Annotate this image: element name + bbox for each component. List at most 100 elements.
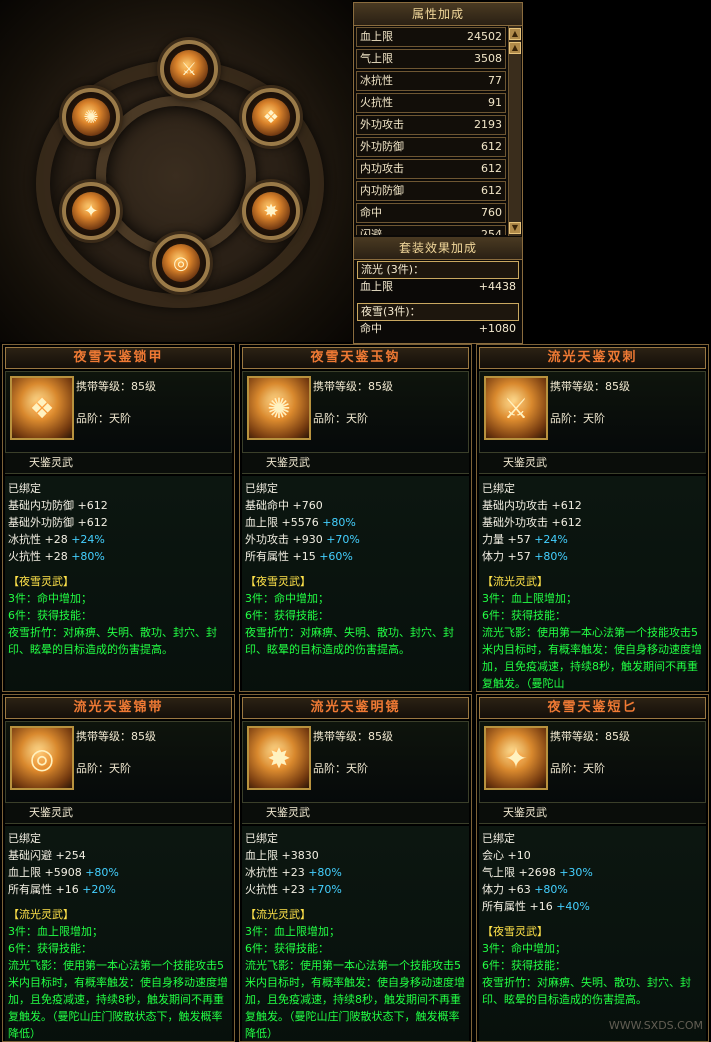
item-line-text: 已绑定 xyxy=(482,482,515,495)
set-stat-name: 血上限 xyxy=(360,280,393,293)
item-line: 3件：血上限增加； xyxy=(8,923,229,940)
attribute-row: 气上限 3508 xyxy=(356,49,506,69)
item-line: 3件：命中增加； xyxy=(245,590,466,607)
item-line-text: 已绑定 xyxy=(245,832,278,845)
item-line-text: 所有属性 +16 xyxy=(8,883,79,896)
item-line: 3件：命中增加； xyxy=(482,940,703,957)
slot-upper-left[interactable]: ✺ xyxy=(62,88,120,146)
item-level: 携带等级：85级 xyxy=(313,730,393,743)
item-tooltip-card[interactable]: 夜雪天鉴锁甲 ❖ 携带等级：85级 品阶：天阶 天鉴灵武 已绑定 基础内功防御 +612 基础… xyxy=(2,344,235,692)
attribute-list[interactable]: 血上限 24502 气上限 3508 冰抗性 77 火抗性 91 外功攻击 2193 外功防御 612… xyxy=(356,25,506,235)
item-line-bonus: +80% xyxy=(308,866,342,879)
attribute-row: 外功防御 612 xyxy=(356,137,506,157)
item-line: 所有属性 +15 +60% xyxy=(245,548,466,565)
item-line: 已绑定 xyxy=(8,480,229,497)
item-name: 流光天鉴明镜 xyxy=(242,697,469,719)
item-line-text: 【夜雪灵武】 xyxy=(8,575,74,588)
item-name: 夜雪天鉴短匕 xyxy=(479,697,706,719)
item-line-text: 3件：血上限增加； xyxy=(482,592,577,605)
attribute-row: 外功攻击 2193 xyxy=(356,115,506,135)
item-line: 力量 +57 +24% xyxy=(482,531,703,548)
item-description: 已绑定 会心 +10 气上限 +2698 +30% 体力 +63 +80% 所有属性 +… xyxy=(479,826,706,1041)
item-line-text: 6件：获得技能： xyxy=(245,609,329,622)
item-line: 已绑定 xyxy=(8,830,229,847)
item-line-text: 体力 +63 xyxy=(482,883,531,896)
item-tooltip-card[interactable]: 流光天鉴锦带 ◎ 携带等级：85级 品阶：天阶 天鉴灵武 已绑定 基础闪避 +254 血上限 … xyxy=(2,694,235,1042)
item-icon: ✺ xyxy=(247,376,311,440)
item-line: 【夜雪灵武】 xyxy=(8,573,229,590)
item-line: 夜雪折竹：对麻痹、失明、散功、封穴、封印、眩晕的目标造成的伤害提高。 xyxy=(482,974,703,1008)
scroll-up-icon[interactable]: ▲ xyxy=(509,42,521,54)
item-line: 火抗性 +28 +80% xyxy=(8,548,229,565)
item-tooltip-card[interactable]: 夜雪天鉴玉钩 ✺ 携带等级：85级 品阶：天阶 天鉴灵武 已绑定 基础命中 +760 血上限 … xyxy=(239,344,472,692)
item-line-text: 基础内功防御 +612 xyxy=(8,499,108,512)
item-line-text: 血上限 +3830 xyxy=(245,849,319,862)
item-line: 6件：获得技能： xyxy=(245,940,466,957)
attribute-name: 外功防御 xyxy=(360,140,404,153)
item-tooltip-card[interactable]: 夜雪天鉴短匕 ✦ 携带等级：85级 品阶：天阶 天鉴灵武 已绑定 会心 +10 气上限 +26… xyxy=(476,694,709,1042)
item-line-text: 流光飞影：使用第一本心法第一个技能攻击5米内目标时，有概率触发：使自身移动速度增… xyxy=(245,959,465,1040)
attribute-value: 2193 xyxy=(474,118,502,131)
item-line: 3件：命中增加； xyxy=(8,590,229,607)
slot-upper-right[interactable]: ❖ xyxy=(242,88,300,146)
item-header: ✸ 携带等级：85级 品阶：天阶 xyxy=(242,721,469,803)
item-line-bonus: +70% xyxy=(326,533,360,546)
attribute-row: 内功攻击 612 xyxy=(356,159,506,179)
item-header: ⚔ 携带等级：85级 品阶：天阶 xyxy=(479,371,706,453)
item-tooltip-card[interactable]: 流光天鉴双刺 ⚔ 携带等级：85级 品阶：天阶 天鉴灵武 已绑定 基础内功攻击 +612 基础… xyxy=(476,344,709,692)
attribute-row: 内功防御 612 xyxy=(356,181,506,201)
site-watermark: WWW.SXDS.COM xyxy=(608,1019,703,1032)
attribute-row: 火抗性 91 xyxy=(356,93,506,113)
item-type: 天鉴灵武 xyxy=(242,453,469,474)
item-line-bonus: +60% xyxy=(319,550,353,563)
scroll-down-icon[interactable]: ▼ xyxy=(509,222,521,234)
attribute-value: 24502 xyxy=(467,30,502,43)
set-stat-value: +4438 xyxy=(478,280,516,293)
item-level: 携带等级：85级 xyxy=(313,380,393,393)
item-line: 所有属性 +16 +40% xyxy=(482,898,703,915)
item-line: 【流光灵武】 xyxy=(482,573,703,590)
item-tooltip-card[interactable]: 流光天鉴明镜 ✸ 携带等级：85级 品阶：天阶 天鉴灵武 已绑定 血上限 +3830 冰抗性 … xyxy=(239,694,472,1042)
item-line: 6件：获得技能： xyxy=(245,607,466,624)
slot-bottom[interactable]: ◎ xyxy=(152,234,210,292)
item-type: 天鉴灵武 xyxy=(5,803,232,824)
item-line-text: 夜雪折竹：对麻痹、失明、散功、封穴、封印、眩晕的目标造成的伤害提高。 xyxy=(482,976,691,1006)
item-description: 已绑定基础内功攻击 +612 基础外功攻击 +612 力量 +57 +24% 体力 +… xyxy=(479,476,706,691)
item-line-text: 火抗性 +28 xyxy=(8,550,68,563)
set-stat-value: +1080 xyxy=(478,322,516,335)
item-icon: ⚔ xyxy=(484,376,548,440)
slot-top[interactable]: ⚔ xyxy=(160,40,218,98)
item-line: 会心 +10 xyxy=(482,847,703,864)
item-line-text: 已绑定 xyxy=(245,482,278,495)
item-line-text: 外功攻击 +930 xyxy=(245,533,323,546)
item-line-text: 基础外功攻击 +612 xyxy=(482,516,582,529)
attribute-value: 254 xyxy=(481,228,502,235)
set-bonus-liuguang: 流光 (3件)： 血上限 +4438 xyxy=(357,261,519,295)
item-line: 夜雪折竹：对麻痹、失明、散功、封穴、封印、眩晕的目标造成的伤害提高。 xyxy=(8,624,229,658)
slot-lower-right[interactable]: ✸ xyxy=(242,182,300,240)
item-line-text: 血上限 +5908 xyxy=(8,866,82,879)
item-name: 夜雪天鉴玉钩 xyxy=(242,347,469,369)
item-line-text: 体力 +57 xyxy=(482,550,531,563)
item-line-text: 所有属性 +16 xyxy=(482,900,553,913)
item-line: 【夜雪灵武】 xyxy=(245,573,466,590)
item-line: 【流光灵武】 xyxy=(245,906,466,923)
item-type: 天鉴灵武 xyxy=(479,803,706,824)
item-line-bonus: +20% xyxy=(82,883,116,896)
item-line-text: 【夜雪灵武】 xyxy=(245,575,311,588)
item-header: ✦ 携带等级：85级 品阶：天阶 xyxy=(479,721,706,803)
attribute-name: 内功防御 xyxy=(360,184,404,197)
attribute-scrollbar[interactable]: ▲ ▲ ▼ xyxy=(508,26,521,236)
item-line: 流光飞影：使用第一本心法第一个技能攻击5米内目标时，有概率触发：使自身移动速度增… xyxy=(245,957,466,1041)
item-line: 已绑定 xyxy=(245,480,466,497)
item-line-text: 基础内功攻击 +612 xyxy=(482,499,582,512)
scroll-top-icon[interactable]: ▲ xyxy=(509,28,521,40)
dagger-icon: ✦ xyxy=(72,192,110,230)
item-line: 已绑定 xyxy=(482,830,703,847)
armor-icon: ❖ xyxy=(252,98,290,136)
slot-lower-left[interactable]: ✦ xyxy=(62,182,120,240)
item-line-bonus: +70% xyxy=(308,883,342,896)
